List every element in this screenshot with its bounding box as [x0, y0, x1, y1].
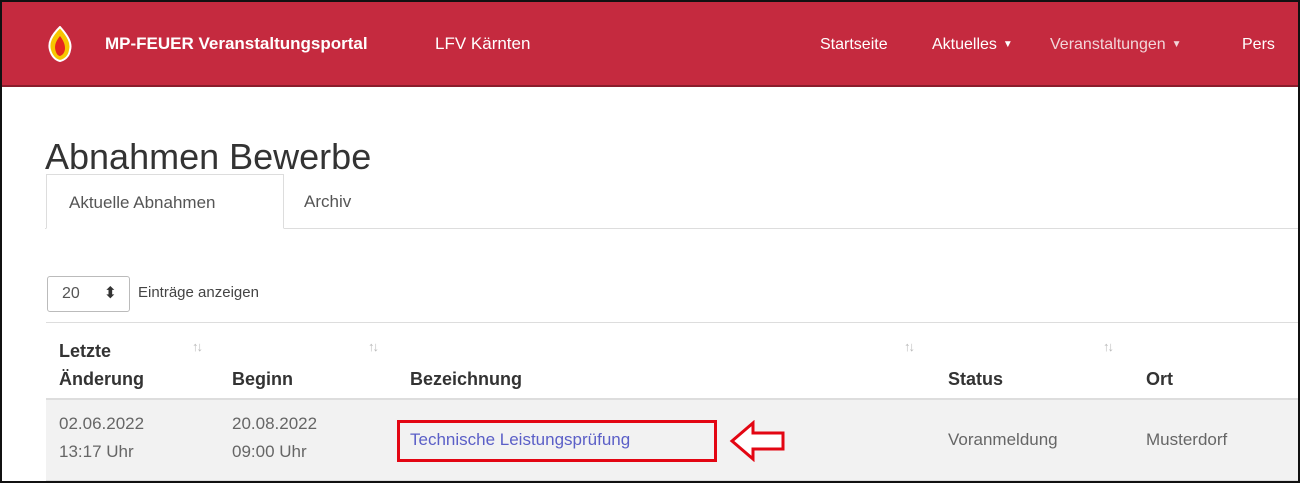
sort-icon[interactable]: ↑↓: [368, 339, 379, 354]
highlight-box: [397, 420, 717, 462]
brand-organization: LFV Kärnten: [435, 34, 531, 53]
sort-icon[interactable]: ↑↓: [1103, 339, 1114, 354]
cell-status: Voranmeldung: [948, 430, 1058, 449]
page-title: Abnahmen Bewerbe: [45, 136, 372, 178]
tab-aktuelle-abnahmen[interactable]: Aktuelle Abnahmen: [46, 174, 284, 229]
left-arrow-icon: [729, 420, 785, 462]
brand-title[interactable]: MP-FEUER Veranstaltungsportal: [105, 34, 368, 54]
nav-startseite[interactable]: Startseite: [820, 36, 888, 54]
column-header-beginn[interactable]: Beginn: [232, 365, 293, 393]
cell-ort: Musterdorf: [1146, 430, 1228, 449]
entries-length-value: 20: [62, 285, 80, 302]
column-header-status[interactable]: Status: [948, 365, 1003, 393]
header-line1: Letzte: [59, 341, 112, 361]
changed-date: 02.06.2022: [59, 414, 145, 433]
chevron-down-icon: ▼: [1171, 39, 1182, 51]
header-line2: Änderung: [59, 369, 144, 389]
cell-letzte-aenderung: 02.06.2022 13:17 Uhr: [59, 410, 144, 466]
start-time: 09:00 Uhr: [232, 442, 307, 461]
browser-viewport: MP-FEUER Veranstaltungsportal LFV Kärnte…: [0, 0, 1300, 483]
column-header-bezeichnung[interactable]: Bezeichnung: [410, 365, 522, 393]
sort-icon[interactable]: ↑↓: [192, 339, 203, 354]
entries-length-label: Einträge anzeigen: [138, 284, 259, 301]
updown-arrows-icon: ⬍: [103, 285, 117, 302]
top-navbar: MP-FEUER Veranstaltungsportal LFV Kärnte…: [2, 2, 1298, 87]
chevron-down-icon: ▼: [1002, 39, 1013, 51]
nav-personen[interactable]: Pers: [1242, 36, 1275, 54]
tab-archiv[interactable]: Archiv: [282, 174, 373, 229]
nav-veranstaltungen[interactable]: Veranstaltungen ▼: [1050, 36, 1182, 54]
nav-aktuelles-label: Aktuelles: [932, 36, 997, 53]
flame-logo-icon[interactable]: [46, 26, 74, 62]
column-header-ort[interactable]: Ort: [1146, 365, 1173, 393]
cell-beginn: 20.08.2022 09:00 Uhr: [232, 410, 317, 466]
start-date: 20.08.2022: [232, 414, 318, 433]
column-header-letzte-aenderung[interactable]: Letzte Änderung: [59, 337, 144, 393]
changed-time: 13:17 Uhr: [59, 442, 134, 461]
nav-veranstaltungen-label: Veranstaltungen: [1050, 36, 1166, 53]
nav-aktuelles[interactable]: Aktuelles ▼: [932, 36, 1013, 54]
entries-length-select[interactable]: 20 ⬍: [47, 276, 130, 312]
sort-icon[interactable]: ↑↓: [904, 339, 915, 354]
table-header: Letzte Änderung ↑↓ Beginn ↑↓ Bezeichnung…: [46, 322, 1298, 400]
